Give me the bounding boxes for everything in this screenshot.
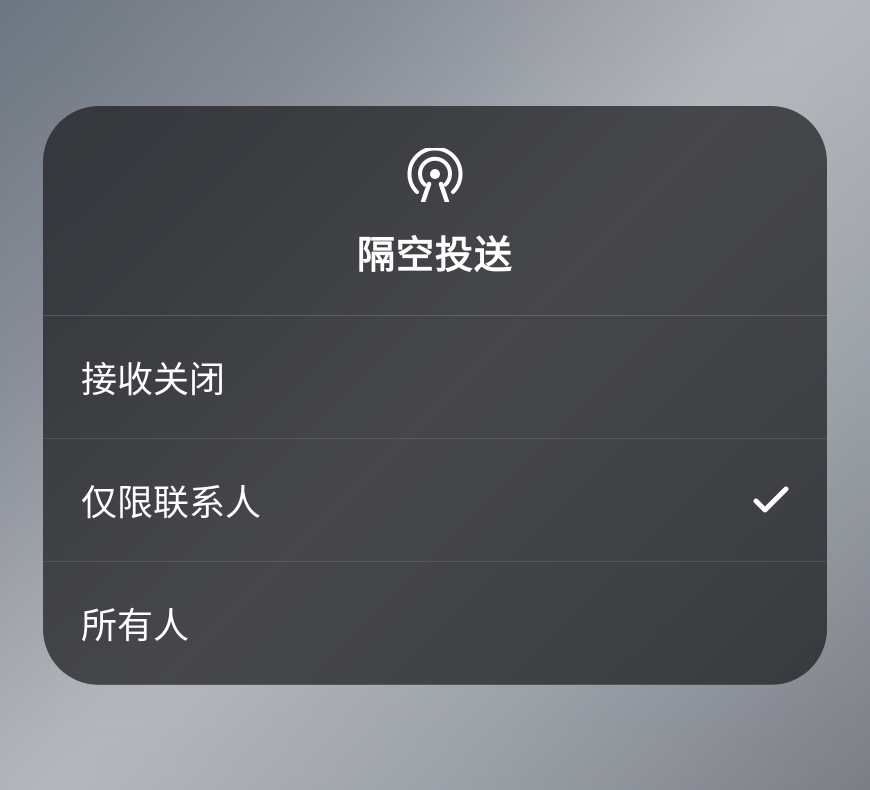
option-label: 接收关闭 [81,351,225,403]
option-everyone[interactable]: 所有人 [43,562,827,685]
panel-title: 隔空投送 [357,224,513,279]
option-label: 仅限联系人 [81,474,261,526]
option-receiving-off[interactable]: 接收关闭 [43,316,827,439]
option-contacts-only[interactable]: 仅限联系人 [43,439,827,562]
option-label: 所有人 [81,597,189,649]
options-list: 接收关闭 仅限联系人 所有人 [43,315,827,685]
airdrop-settings-panel: 隔空投送 接收关闭 仅限联系人 所有人 [43,106,827,685]
checkmark-icon [753,482,789,518]
airdrop-icon [401,148,469,202]
panel-header: 隔空投送 [43,106,827,315]
